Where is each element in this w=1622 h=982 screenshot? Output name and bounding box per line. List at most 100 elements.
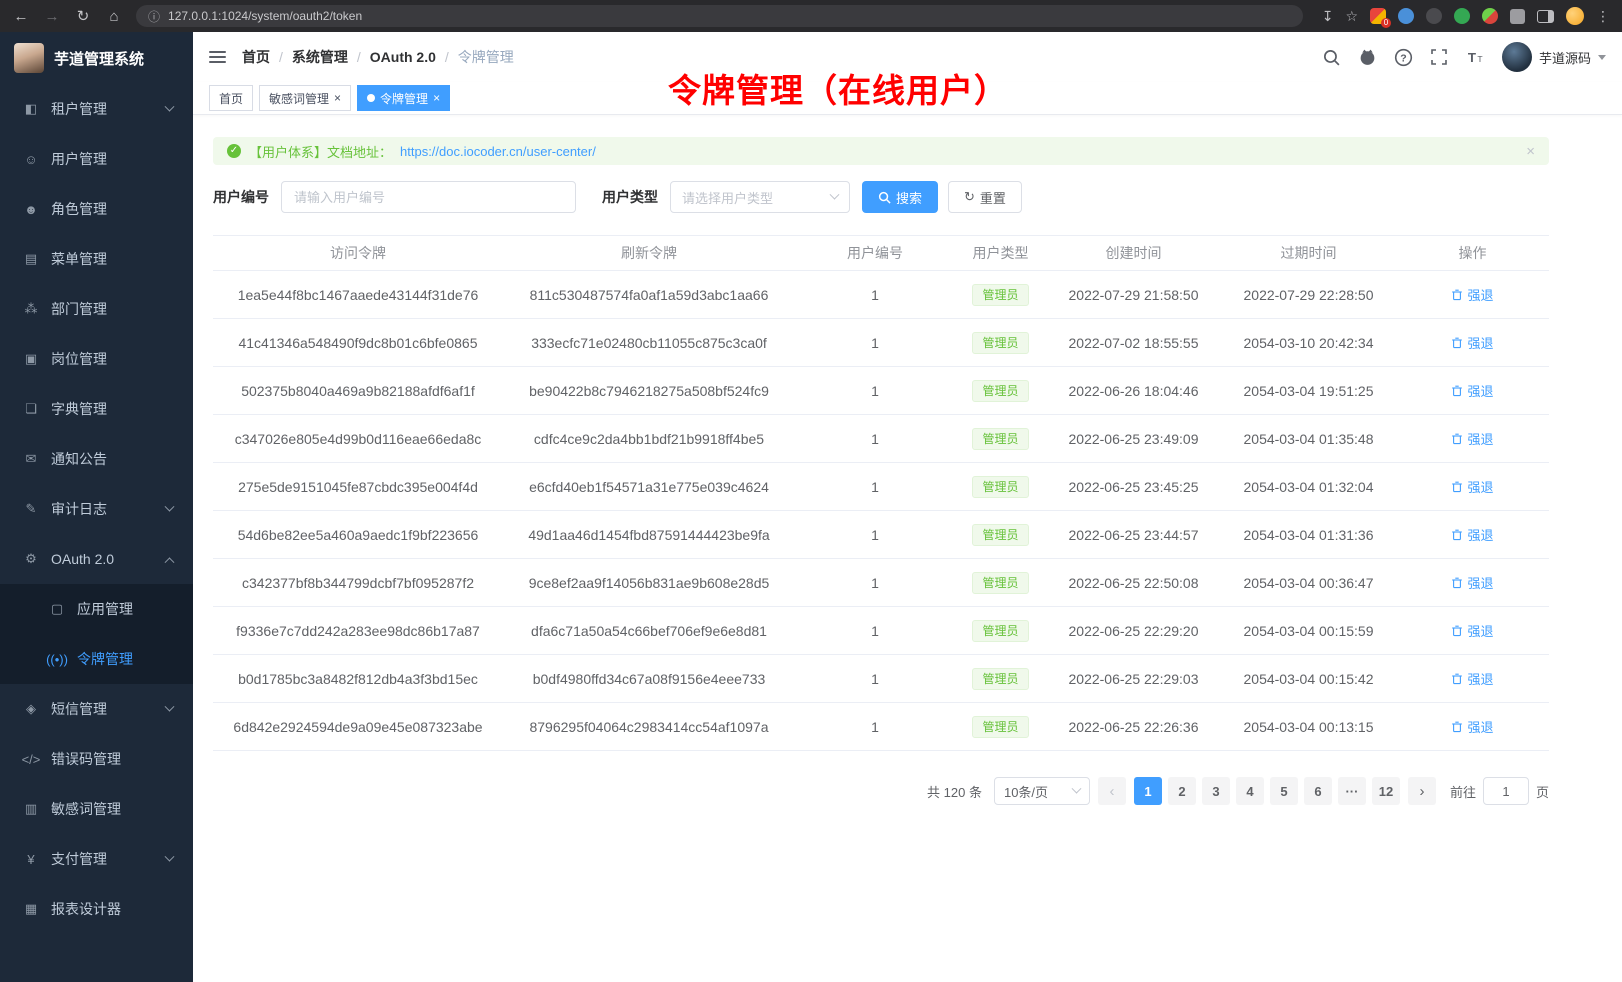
- force-logout-button[interactable]: 强退: [1451, 573, 1493, 592]
- user-id-cell: 1: [795, 271, 955, 319]
- sidebar-item-tenant[interactable]: ◧ 租户管理: [0, 84, 193, 134]
- extension-icon-4[interactable]: [1454, 8, 1470, 24]
- page-button[interactable]: 12: [1372, 777, 1400, 805]
- user-id-cell: 1: [795, 655, 955, 703]
- force-logout-button[interactable]: 强退: [1451, 285, 1493, 304]
- bookmark-star-icon[interactable]: ☆: [1345, 8, 1358, 25]
- browser-profile-avatar[interactable]: [1566, 7, 1584, 25]
- help-icon[interactable]: ?: [1394, 48, 1413, 67]
- reset-button[interactable]: ↻ 重置: [948, 181, 1022, 213]
- page-button[interactable]: 6: [1304, 777, 1332, 805]
- breadcrumb-item[interactable]: / OAuth 2.0: [348, 49, 436, 65]
- table-row: 54d6be82ee5a460a9aedc1f9bf223656 49d1aa4…: [213, 511, 1549, 559]
- force-logout-button[interactable]: 强退: [1451, 717, 1493, 736]
- tab-close-icon[interactable]: ×: [433, 92, 440, 104]
- page-button[interactable]: 5: [1270, 777, 1298, 805]
- breadcrumb-item[interactable]: / 系统管理: [270, 47, 348, 67]
- site-info-icon[interactable]: ⓘ: [148, 8, 160, 25]
- sidebar-item-pay[interactable]: ¥ 支付管理: [0, 834, 193, 884]
- force-logout-button[interactable]: 强退: [1451, 333, 1493, 352]
- access-token-cell: c347026e805e4d99b0d116eae66eda8c: [213, 415, 503, 463]
- download-icon[interactable]: ↧: [1322, 8, 1334, 25]
- extension-icon-2[interactable]: [1398, 8, 1414, 24]
- address-bar[interactable]: ⓘ 127.0.0.1:1024/system/oauth2/token: [136, 5, 1303, 27]
- doc-link[interactable]: https://doc.iocoder.cn/user-center/: [400, 144, 596, 159]
- github-icon[interactable]: [1358, 48, 1377, 67]
- refresh-token-cell: 811c530487574fa0af1a59d3abc1aa66: [503, 271, 795, 319]
- next-page-button[interactable]: ›: [1408, 777, 1436, 805]
- sidebar-item-dict[interactable]: ❏ 字典管理: [0, 384, 193, 434]
- tab[interactable]: 令牌管理 ×: [357, 85, 450, 111]
- sidebar-menu: ◧ 租户管理 ☺ 用户管理 ☻ 角色管理 ▤ 菜单管理 ⁂ 部门管理 ▣ 岗位管…: [0, 84, 193, 982]
- alert-close-icon[interactable]: ×: [1526, 143, 1535, 160]
- sidebar-item-errcode[interactable]: </> 错误码管理: [0, 734, 193, 784]
- create-time-cell: 2022-06-25 23:49:09: [1046, 415, 1221, 463]
- browser-menu-icon[interactable]: ⋮: [1596, 8, 1610, 25]
- chevron-icon: [165, 851, 175, 861]
- extension-icon-1[interactable]: 0: [1370, 8, 1386, 24]
- total-count: 共 120 条: [927, 782, 982, 801]
- sidebar-item-role[interactable]: ☻ 角色管理: [0, 184, 193, 234]
- sidebar-item-audit[interactable]: ✎ 审计日志: [0, 484, 193, 534]
- sidebar-item-user[interactable]: ☺ 用户管理: [0, 134, 193, 184]
- browser-forward-icon[interactable]: →: [43, 8, 61, 25]
- sidebar-item-notice[interactable]: ✉ 通知公告: [0, 434, 193, 484]
- sidebar-item-sensitive[interactable]: ▥ 敏感词管理: [0, 784, 193, 834]
- table-body: 1ea5e44f8bc1467aaede43144f31de76 811c530…: [213, 271, 1549, 751]
- pager-more-button[interactable]: ···: [1338, 777, 1366, 805]
- search-button[interactable]: 搜索: [862, 181, 938, 213]
- force-logout-button[interactable]: 强退: [1451, 429, 1493, 448]
- tab[interactable]: 首页: [209, 85, 253, 111]
- sidebar-item-oauth2-token[interactable]: ((•)) 令牌管理: [0, 634, 193, 684]
- extension-icon-3[interactable]: [1426, 8, 1442, 24]
- page-button[interactable]: 2: [1168, 777, 1196, 805]
- sidebar-item-oauth2[interactable]: ⚙ OAuth 2.0: [0, 534, 193, 584]
- browser-back-icon[interactable]: ←: [12, 8, 30, 25]
- extensions-puzzle-icon[interactable]: [1510, 9, 1525, 24]
- page-button[interactable]: 4: [1236, 777, 1264, 805]
- app-logo[interactable]: 芋道管理系统: [0, 32, 193, 84]
- oauth-icon: ⚙: [20, 551, 42, 567]
- fullscreen-icon[interactable]: [1430, 48, 1449, 67]
- expire-time-cell: 2054-03-04 01:32:04: [1221, 463, 1396, 511]
- sidebar-item-sms[interactable]: ◈ 短信管理: [0, 684, 193, 734]
- browser-reload-icon[interactable]: ↻: [74, 7, 92, 25]
- tab[interactable]: 敏感词管理 ×: [259, 85, 351, 111]
- prev-page-button[interactable]: ‹: [1098, 777, 1126, 805]
- collapse-sidebar-icon[interactable]: [209, 48, 226, 66]
- expire-time-cell: 2054-03-04 00:15:42: [1221, 655, 1396, 703]
- delete-icon: [1451, 577, 1463, 589]
- user-menu[interactable]: 芋道源码: [1502, 42, 1606, 72]
- page-size-select[interactable]: 10条/页: [994, 777, 1090, 805]
- sidebar-item-post[interactable]: ▣ 岗位管理: [0, 334, 193, 384]
- extension-icon-5[interactable]: [1482, 8, 1498, 24]
- breadcrumb-item[interactable]: / 令牌管理: [436, 47, 514, 67]
- sidebar-item-report[interactable]: ▦ 报表设计器: [0, 884, 193, 934]
- goto-page: 前往 页: [1450, 777, 1549, 805]
- sidebar-item-oauth2-app[interactable]: ▢ 应用管理: [0, 584, 193, 634]
- browser-home-icon[interactable]: ⌂: [105, 8, 123, 25]
- user-type-select[interactable]: 请选择用户类型: [670, 181, 850, 213]
- user-name: 芋道源码: [1539, 48, 1591, 67]
- force-logout-button[interactable]: 强退: [1451, 525, 1493, 544]
- force-logout-button[interactable]: 强退: [1451, 381, 1493, 400]
- sidebar-item-dept[interactable]: ⁂ 部门管理: [0, 284, 193, 334]
- sidebar-item-menu[interactable]: ▤ 菜单管理: [0, 234, 193, 284]
- user-type-badge: 管理员: [972, 380, 1028, 402]
- user-id-input[interactable]: [281, 181, 576, 213]
- force-logout-button[interactable]: 强退: [1451, 621, 1493, 640]
- refresh-token-cell: cdfc4ce9c2da4bb1bdf21b9918ff4be5: [503, 415, 795, 463]
- side-panel-icon[interactable]: [1537, 10, 1554, 23]
- page-button[interactable]: 3: [1202, 777, 1230, 805]
- tab-close-icon[interactable]: ×: [334, 92, 341, 104]
- force-logout-button[interactable]: 强退: [1451, 477, 1493, 496]
- goto-page-input[interactable]: [1483, 777, 1529, 805]
- delete-icon: [1451, 529, 1463, 541]
- page-button[interactable]: 1: [1134, 777, 1162, 805]
- search-icon[interactable]: [1322, 48, 1341, 67]
- access-token-cell: 502375b8040a469a9b82188afdf6af1f: [213, 367, 503, 415]
- font-size-icon[interactable]: TT: [1466, 48, 1485, 67]
- delete-icon: [1451, 433, 1463, 445]
- force-logout-button[interactable]: 强退: [1451, 669, 1493, 688]
- breadcrumb-item[interactable]: 首页: [242, 47, 270, 67]
